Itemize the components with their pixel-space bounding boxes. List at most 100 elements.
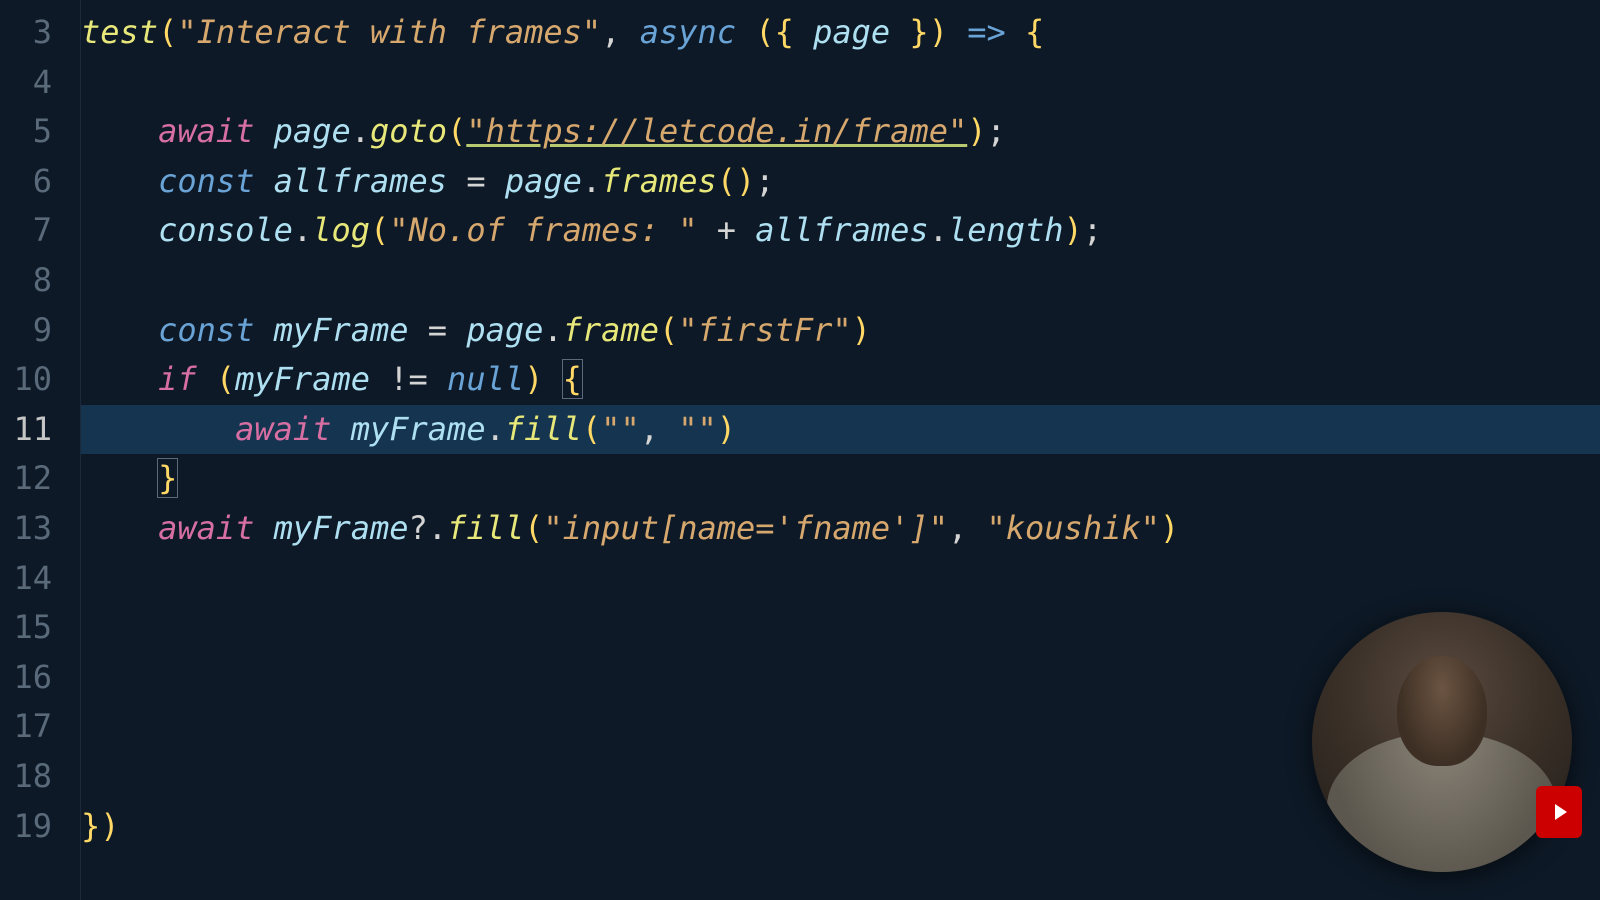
token-function: fill: [447, 509, 524, 547]
token-semicolon: ;: [1083, 211, 1102, 249]
token-function: goto: [370, 112, 447, 150]
line-number: 18: [0, 752, 52, 802]
token-dot: .: [543, 311, 562, 349]
token-keyword: await: [158, 509, 254, 547]
code-line[interactable]: console.log("No.of frames: " + allframes…: [81, 206, 1600, 256]
line-number: 8: [0, 256, 52, 306]
token-dot: .: [351, 112, 370, 150]
line-number: 17: [0, 702, 52, 752]
token-dot: .: [582, 162, 601, 200]
code-line-blank[interactable]: [81, 256, 1600, 306]
token-object: page: [274, 112, 351, 150]
token-string: "": [601, 410, 640, 448]
token-keyword: async: [640, 13, 736, 51]
token-paren: (: [158, 13, 177, 51]
token-paren: ): [524, 360, 543, 398]
token-function: frame: [563, 311, 659, 349]
token-paren: ): [717, 410, 736, 448]
token-string: "": [678, 410, 717, 448]
token-object: console: [158, 211, 293, 249]
token-string-url: "https://letcode.in/frame": [466, 112, 967, 150]
code-line[interactable]: if (myFrame != null) {: [81, 355, 1600, 405]
line-number: 4: [0, 58, 52, 108]
token-variable: allframes: [274, 162, 447, 200]
token-comma: ,: [640, 410, 679, 448]
code-line[interactable]: await myFrame?.fill("input[name='fname']…: [81, 504, 1600, 554]
token-variable: myFrame: [274, 509, 409, 547]
token-keyword: if: [158, 360, 197, 398]
token-keyword: const: [158, 162, 254, 200]
token-paren: ): [852, 311, 871, 349]
token-paren: (: [659, 311, 678, 349]
line-number-gutter: 3 4 5 6 7 8 9 10 11 12 13 14 15 16 17 18…: [0, 0, 80, 900]
token-brace: {: [1025, 13, 1044, 51]
code-line[interactable]: test("Interact with frames", async ({ pa…: [81, 8, 1600, 58]
token-null: null: [447, 360, 524, 398]
token-string: "input[name='fname']": [543, 509, 948, 547]
presenter-silhouette: [1327, 732, 1557, 872]
code-line-blank[interactable]: [81, 58, 1600, 108]
token-brace: }): [81, 807, 120, 845]
token-paren: ): [1064, 211, 1083, 249]
code-line-blank[interactable]: [81, 554, 1600, 604]
token-property: length: [948, 211, 1064, 249]
line-number: 12: [0, 454, 52, 504]
code-line[interactable]: }: [81, 454, 1600, 504]
token-semicolon: ;: [755, 162, 774, 200]
token-optional-chain: ?.: [409, 509, 448, 547]
token-brace-open-matched: {: [562, 359, 583, 399]
token-variable: myFrame: [274, 311, 409, 349]
token-operator: !=: [389, 360, 428, 398]
line-number: 9: [0, 306, 52, 356]
token-arrow: =>: [967, 13, 1006, 51]
token-keyword: await: [158, 112, 254, 150]
token-dot: .: [929, 211, 948, 249]
token-brace-close-matched: }: [157, 458, 178, 498]
token-function: log: [312, 211, 370, 249]
token-variable: myFrame: [351, 410, 486, 448]
token-comma: ,: [948, 509, 987, 547]
line-number: 13: [0, 504, 52, 554]
line-number: 14: [0, 554, 52, 604]
subscribe-badge[interactable]: [1536, 786, 1582, 838]
line-number: 19: [0, 802, 52, 852]
token-variable: page: [813, 13, 890, 51]
token-string: "Interact with frames": [177, 13, 601, 51]
code-line[interactable]: const myFrame = page.frame("firstFr"): [81, 306, 1600, 356]
token-paren: (: [524, 509, 543, 547]
token-paren: (): [717, 162, 756, 200]
line-number-current: 11: [0, 405, 52, 455]
line-number: 5: [0, 107, 52, 157]
line-number: 7: [0, 206, 52, 256]
token-comma: ,: [601, 13, 640, 51]
token-paren: (: [447, 112, 466, 150]
token-dot: .: [293, 211, 312, 249]
token-object: page: [505, 162, 582, 200]
token-semicolon: ;: [986, 112, 1005, 150]
token-string: "No.of frames: ": [389, 211, 697, 249]
code-line[interactable]: await page.goto("https://letcode.in/fram…: [81, 107, 1600, 157]
token-paren: (: [582, 410, 601, 448]
token-variable: myFrame: [235, 360, 370, 398]
token-function: frames: [601, 162, 717, 200]
token-keyword: const: [158, 311, 254, 349]
token-paren: ): [967, 112, 986, 150]
code-line-current[interactable]: await myFrame.fill("", ""): [81, 405, 1600, 455]
code-line[interactable]: const allframes = page.frames();: [81, 157, 1600, 207]
token-function: test: [81, 13, 158, 51]
token-function: fill: [505, 410, 582, 448]
token-string: "firstFr": [678, 311, 851, 349]
presenter-webcam: [1312, 612, 1572, 872]
token-paren: ): [1160, 509, 1179, 547]
line-number: 16: [0, 653, 52, 703]
token-paren: ({: [755, 13, 813, 51]
token-keyword: await: [235, 410, 331, 448]
line-number: 6: [0, 157, 52, 207]
token-string: "koushik": [986, 509, 1159, 547]
token-paren: }): [890, 13, 948, 51]
token-variable: allframes: [755, 211, 928, 249]
line-number: 15: [0, 603, 52, 653]
token-paren: (: [370, 211, 389, 249]
line-number: 10: [0, 355, 52, 405]
token-dot: .: [486, 410, 505, 448]
